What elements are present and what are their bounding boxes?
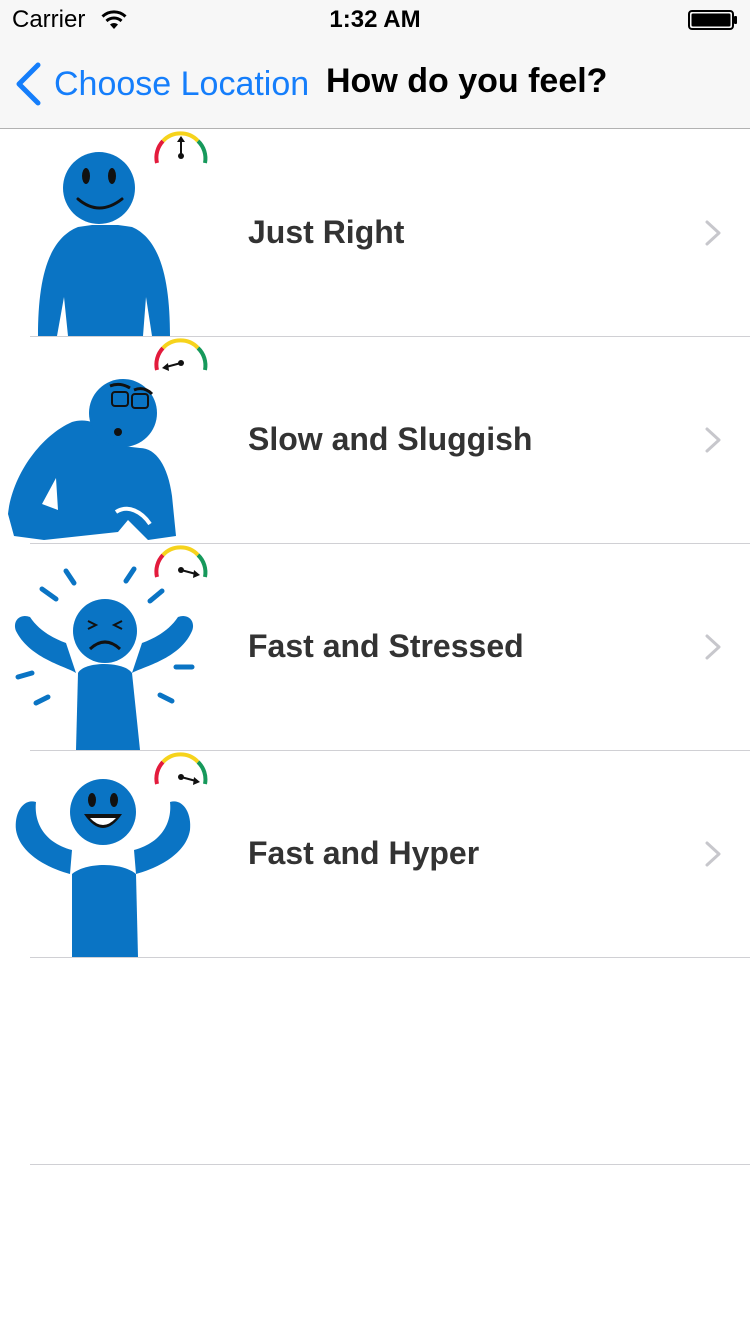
page-title: How do you feel? — [326, 62, 608, 100]
hyper-person-icon — [15, 752, 208, 957]
feelings-list: Just Right Slow and Sluggish Fast and St… — [0, 129, 750, 1165]
speed-gauge-fast-icon — [154, 752, 208, 785]
feeling-row-just-right[interactable]: Just Right — [0, 129, 750, 337]
feeling-label: Fast and Stressed — [248, 628, 524, 664]
tired-person-icon — [8, 338, 208, 540]
back-button[interactable]: Choose Location — [14, 60, 309, 108]
feeling-row-fast-and-stressed[interactable]: Fast and Stressed — [0, 543, 750, 751]
status-bar: Carrier 1:32 AM — [0, 0, 750, 40]
navigation-bar: Choose Location How do you feel? — [0, 40, 750, 129]
stressed-person-icon — [14, 545, 208, 750]
content-person-icon — [38, 131, 208, 336]
feeling-label: Just Right — [248, 214, 405, 250]
back-button-label: Choose Location — [54, 64, 310, 103]
feeling-row-slow-and-sluggish[interactable]: Slow and Sluggish — [0, 336, 750, 544]
battery-full-icon — [688, 10, 737, 30]
chevron-right-icon — [705, 220, 721, 246]
chevron-right-icon — [705, 841, 721, 867]
feeling-label: Slow and Sluggish — [248, 421, 533, 457]
speed-gauge-middle-icon — [154, 131, 208, 164]
row-divider — [30, 1164, 750, 1165]
speed-gauge-slow-icon — [154, 338, 208, 371]
chevron-right-icon — [705, 634, 721, 660]
speed-gauge-fast-icon — [154, 545, 208, 578]
feeling-row-fast-and-hyper[interactable]: Fast and Hyper — [0, 750, 750, 958]
chevron-right-icon — [705, 427, 721, 453]
feeling-label: Fast and Hyper — [248, 835, 480, 871]
chevron-left-icon — [16, 62, 41, 106]
empty-row — [0, 957, 750, 1165]
clock: 1:32 AM — [329, 6, 421, 33]
